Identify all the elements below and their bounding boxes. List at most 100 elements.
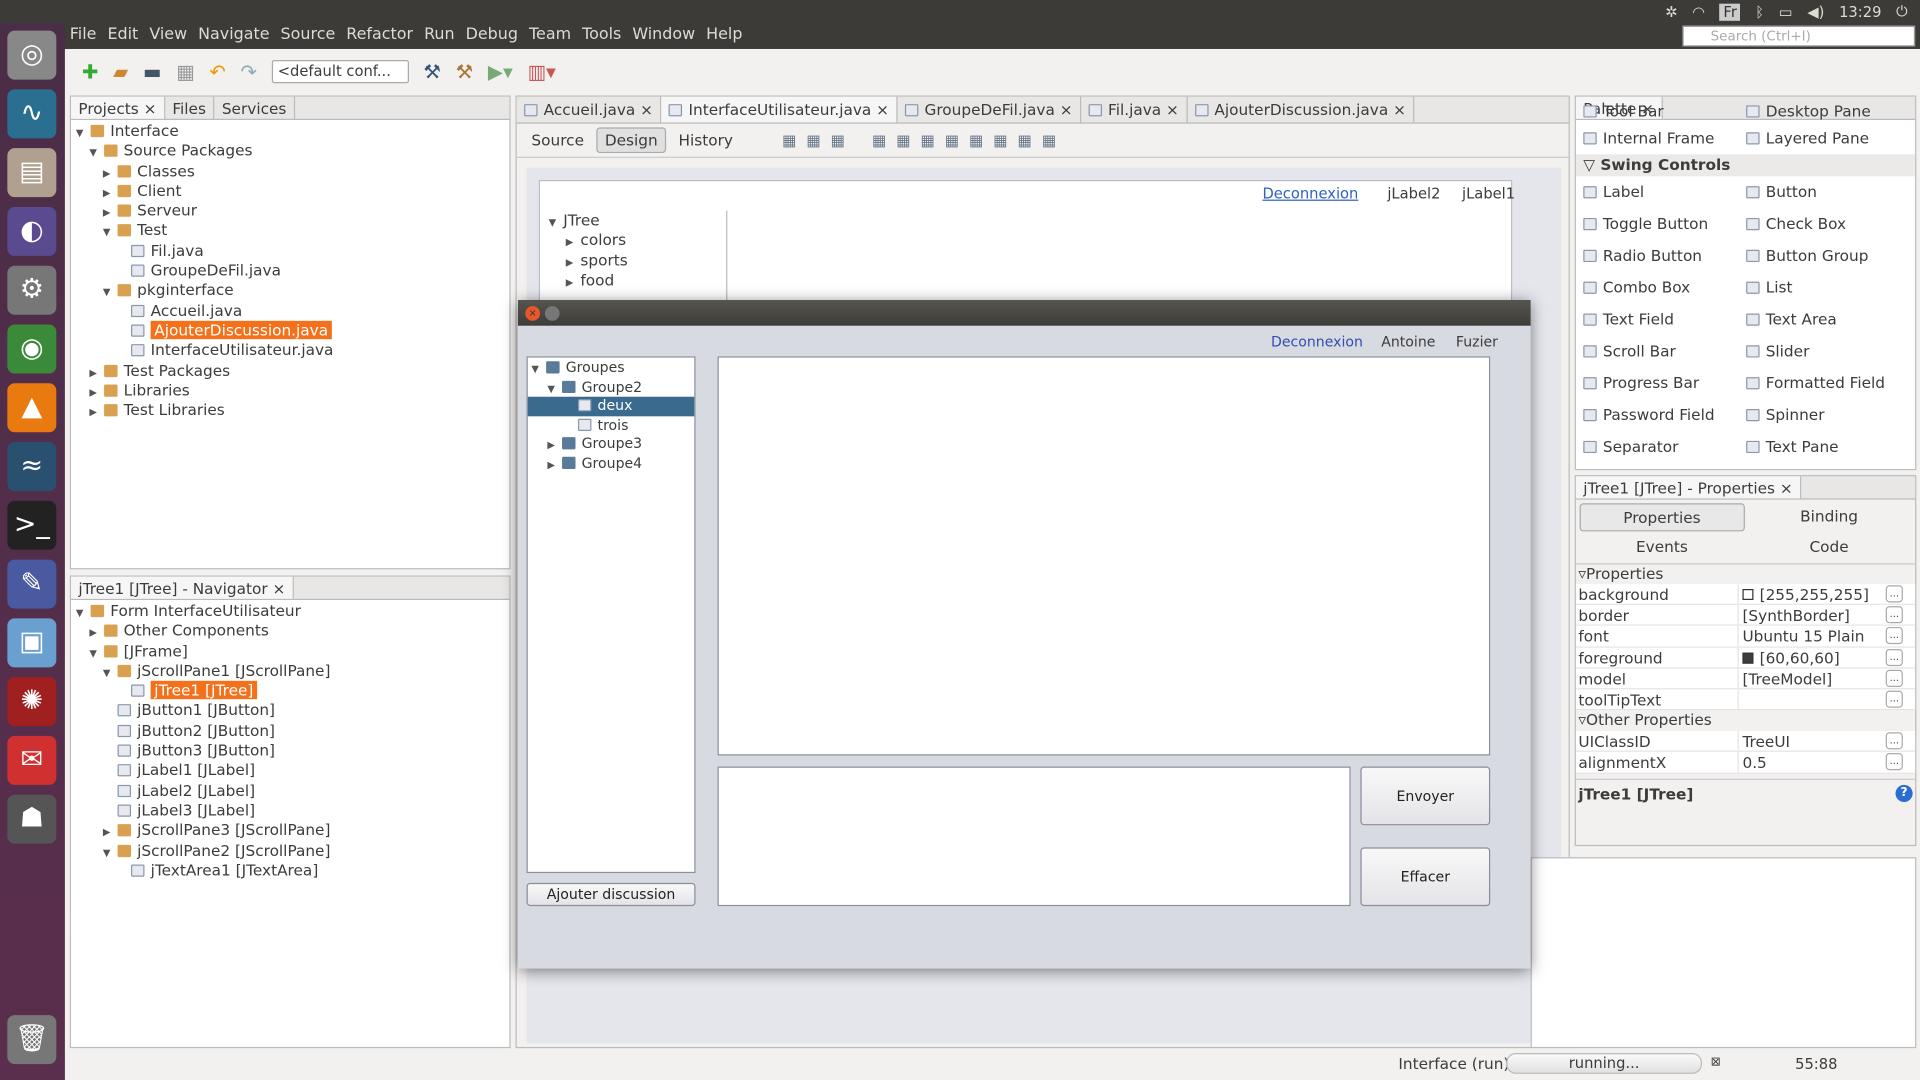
- palette-item[interactable]: Button: [1746, 176, 1909, 208]
- collapse-icon[interactable]: ▼: [547, 379, 562, 397]
- resize-height-icon[interactable]: ▦: [1042, 131, 1056, 149]
- close-tab-icon[interactable]: ×: [1388, 100, 1406, 118]
- clock[interactable]: 13:29: [1839, 3, 1881, 20]
- volume-icon[interactable]: ◀): [1807, 3, 1824, 20]
- edit-property-button[interactable]: ...: [1885, 585, 1903, 603]
- group-tree-node[interactable]: ▼ Groupe2: [528, 378, 695, 397]
- expand-icon[interactable]: ▶: [566, 273, 581, 293]
- close-tab-icon[interactable]: ×: [1055, 100, 1073, 118]
- tree-item[interactable]: ▼ [JFrame]: [71, 641, 509, 661]
- palette-item[interactable]: Formatted Field: [1746, 367, 1909, 399]
- open-project-icon[interactable]: ▬: [143, 59, 162, 82]
- group-tree-node[interactable]: ▶ Groupe3: [528, 435, 695, 454]
- vlc-icon[interactable]: ▲: [7, 383, 57, 433]
- battery-icon[interactable]: ▭: [1779, 3, 1793, 20]
- palette-item[interactable]: Layered Pane: [1746, 122, 1909, 154]
- property-value[interactable]: [TreeModel]: [1742, 669, 1832, 687]
- tree-item[interactable]: ▶ Other Components: [71, 621, 509, 641]
- property-row[interactable]: alignmentX 0.5...: [1575, 752, 1916, 774]
- clean-build-icon[interactable]: ⚒: [456, 59, 474, 82]
- tree-item[interactable]: Fil.java: [71, 241, 509, 261]
- design-tree-node[interactable]: ▶ sports: [544, 251, 726, 271]
- tree-item[interactable]: Accueil.java: [71, 301, 509, 321]
- design-jlabel1[interactable]: jLabel1: [1462, 185, 1515, 202]
- close-window-icon[interactable]: ×: [525, 306, 541, 321]
- running-task[interactable]: Interface (run): [1398, 1054, 1509, 1072]
- palette-item[interactable]: Tool Bar: [1583, 105, 1746, 122]
- menu-window[interactable]: Window: [632, 26, 695, 44]
- menu-team[interactable]: Team: [529, 26, 571, 44]
- editor-icon[interactable]: ✎: [7, 559, 57, 609]
- mode-history[interactable]: History: [671, 129, 740, 152]
- tab-services[interactable]: Services: [214, 96, 295, 119]
- center-horizontal-icon[interactable]: ▦: [920, 131, 934, 149]
- palette-item[interactable]: Internal Frame: [1583, 122, 1746, 154]
- menu-file[interactable]: File: [70, 26, 97, 44]
- center-vertical-icon[interactable]: ▦: [993, 131, 1007, 149]
- terminal-icon[interactable]: >_: [7, 500, 57, 550]
- properties-subtab-binding[interactable]: Binding: [1747, 503, 1912, 531]
- palette-item[interactable]: Label: [1583, 176, 1746, 208]
- keyboard-layout[interactable]: Fr: [1719, 3, 1741, 21]
- tree-item[interactable]: ▶ Client: [71, 181, 509, 201]
- mysql-workbench-icon[interactable]: ≈: [7, 442, 57, 492]
- menu-debug[interactable]: Debug: [466, 26, 518, 44]
- group-tree-node[interactable]: ▼ Groupes: [528, 359, 695, 378]
- tree-item[interactable]: ▼ Test: [71, 221, 509, 241]
- menu-tools[interactable]: Tools: [582, 26, 621, 44]
- palette-item[interactable]: Slider: [1746, 336, 1909, 368]
- properties-tab[interactable]: jTree1 [JTree] - Properties ×: [1575, 476, 1802, 499]
- collapse-icon[interactable]: ▼: [103, 283, 118, 303]
- align-top-icon[interactable]: ▦: [945, 131, 959, 149]
- settings-icon[interactable]: ⚙: [7, 265, 57, 315]
- design-jlabel2[interactable]: jLabel2: [1387, 185, 1440, 202]
- tree-item[interactable]: ▶ jScrollPane3 [JScrollPane]: [71, 821, 509, 841]
- tree-item[interactable]: ▼ jScrollPane2 [JScrollPane]: [71, 841, 509, 861]
- tree-item[interactable]: ▶ Classes: [71, 161, 509, 181]
- files-icon[interactable]: ▤: [7, 148, 57, 198]
- palette-item[interactable]: Toggle Button: [1583, 208, 1746, 240]
- build-icon[interactable]: ⚒: [423, 59, 441, 82]
- ubuntu-dash-icon[interactable]: ◎: [7, 30, 57, 80]
- tree-item[interactable]: ▼ Form InterfaceUtilisateur: [71, 601, 509, 621]
- property-value[interactable]: Ubuntu 15 Plain: [1742, 627, 1864, 645]
- network-icon[interactable]: ✺: [7, 677, 57, 727]
- expand-icon[interactable]: ▶: [89, 403, 104, 423]
- palette-item[interactable]: Separator: [1583, 431, 1746, 463]
- expand-icon[interactable]: ▶: [103, 823, 118, 843]
- property-value[interactable]: TreeUI: [1742, 732, 1790, 750]
- tree-item[interactable]: ▼ Source Packages: [71, 141, 509, 161]
- palette-item[interactable]: Scroll Bar: [1583, 336, 1746, 368]
- groups-tree[interactable]: ▼ Groupes ▼ Groupe2 deux trois ▶ Groupe3 ▶ Groupe…: [526, 356, 696, 874]
- align-right-icon[interactable]: ▦: [896, 131, 910, 149]
- menu-edit[interactable]: Edit: [107, 26, 138, 44]
- progress-bar[interactable]: running...: [1506, 1053, 1703, 1074]
- palette-item[interactable]: Password Field: [1583, 399, 1746, 431]
- tree-item[interactable]: jButton1 [JButton]: [71, 701, 509, 721]
- connection-mode-icon[interactable]: ▦: [806, 131, 820, 149]
- power-icon[interactable]: ⏻: [1896, 2, 1908, 20]
- configuration-select[interactable]: <default conf...: [271, 59, 409, 83]
- tree-item[interactable]: jLabel2 [JLabel]: [71, 781, 509, 801]
- edit-property-button[interactable]: ...: [1885, 669, 1903, 687]
- tree-item[interactable]: jButton3 [JButton]: [71, 741, 509, 761]
- expand-icon[interactable]: ▶: [89, 624, 104, 644]
- window-titlebar[interactable]: ×: [517, 300, 1531, 326]
- close-tab-icon[interactable]: ×: [1161, 100, 1179, 118]
- expand-icon[interactable]: ▶: [566, 233, 581, 253]
- dropbox-icon[interactable]: ✲: [1665, 3, 1677, 20]
- expand-icon[interactable]: ▶: [547, 455, 562, 473]
- palette-item[interactable]: Text Area: [1746, 304, 1909, 336]
- save-all-icon[interactable]: ▦: [176, 59, 195, 82]
- other-properties-section[interactable]: ▿Other Properties: [1576, 710, 1915, 731]
- expand-icon[interactable]: ▶: [89, 363, 104, 383]
- tree-item[interactable]: ▼ jScrollPane1 [JScrollPane]: [71, 661, 509, 681]
- clear-button[interactable]: Effacer: [1360, 847, 1491, 907]
- new-project-icon[interactable]: ▰: [113, 59, 128, 82]
- editor-tab[interactable]: Fil.java ×: [1081, 96, 1188, 123]
- property-row[interactable]: foreground [60,60,60]...: [1575, 647, 1916, 669]
- eclipse-icon[interactable]: ◐: [7, 206, 57, 256]
- edit-property-button[interactable]: ...: [1885, 606, 1903, 624]
- menu-source[interactable]: Source: [281, 26, 336, 44]
- tree-item[interactable]: jLabel3 [JLabel]: [71, 801, 509, 821]
